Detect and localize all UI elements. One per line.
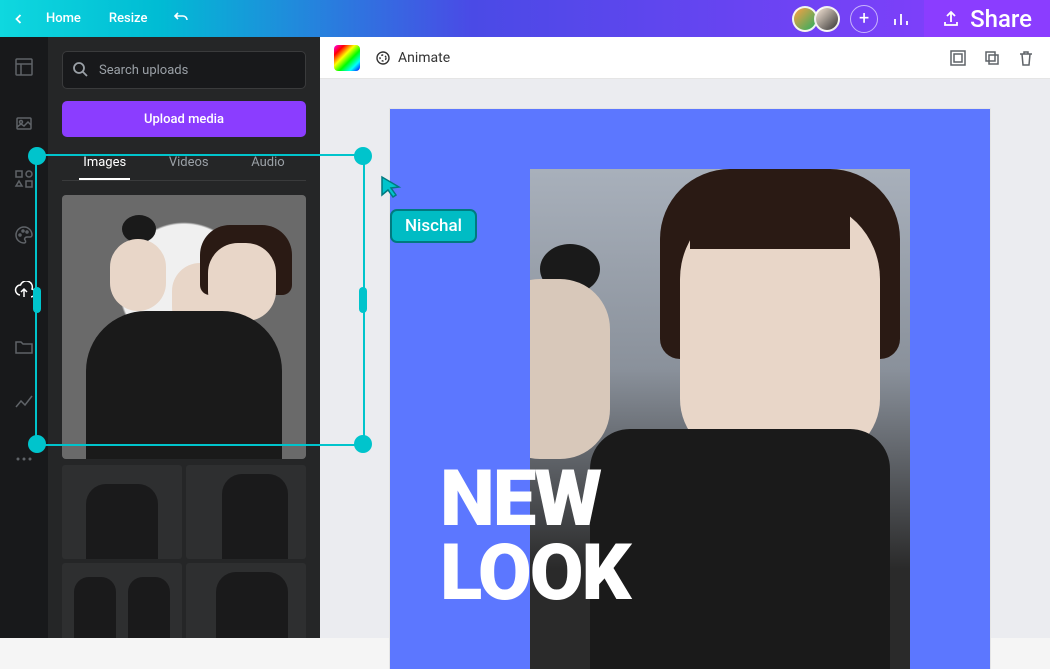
share-label: Share — [970, 5, 1032, 33]
copy-icon[interactable] — [982, 48, 1002, 68]
upload-thumbnail[interactable] — [62, 465, 182, 559]
selection-box[interactable] — [35, 154, 365, 446]
top-bar: Home Resize + Share — [0, 0, 1050, 37]
upload-thumbnail[interactable] — [62, 563, 182, 638]
templates-icon[interactable] — [12, 55, 36, 79]
apps-icon[interactable] — [12, 167, 36, 191]
resize-handle-bl[interactable] — [28, 435, 46, 453]
collaborator-cursor: Nischal — [380, 175, 477, 243]
position-icon[interactable] — [948, 48, 968, 68]
collaborator-avatar-2[interactable] — [814, 6, 840, 32]
folders-icon[interactable] — [12, 335, 36, 359]
resize-handle-mr[interactable] — [359, 287, 367, 313]
design-canvas[interactable]: NEW LOOK BLOG POST — [390, 109, 990, 669]
animate-label: Animate — [398, 50, 450, 66]
resize-handle-ml[interactable] — [33, 287, 41, 313]
upload-thumbnail[interactable] — [186, 465, 306, 559]
palette-icon[interactable] — [12, 223, 36, 247]
undo-icon[interactable] — [173, 10, 191, 28]
resize-handle-tl[interactable] — [28, 147, 46, 165]
resize-link[interactable]: Resize — [99, 5, 158, 32]
delete-icon[interactable] — [1016, 48, 1036, 68]
analytics-icon[interactable] — [884, 2, 918, 36]
upload-media-button[interactable]: Upload media — [62, 101, 306, 137]
color-picker-button[interactable] — [334, 45, 360, 71]
add-collaborator-button[interactable]: + — [850, 5, 878, 33]
search-input[interactable] — [62, 51, 306, 89]
back-arrow-icon[interactable] — [10, 10, 28, 28]
home-link[interactable]: Home — [36, 5, 91, 32]
collaborator-name-tag: Nischal — [390, 209, 477, 243]
share-button[interactable]: Share — [924, 0, 1050, 37]
headline-text[interactable]: NEW LOOK — [440, 463, 629, 611]
animate-icon[interactable]: Animate — [374, 49, 450, 67]
resize-handle-tr[interactable] — [354, 147, 372, 165]
insights-icon[interactable] — [12, 391, 36, 415]
resize-handle-br[interactable] — [354, 435, 372, 453]
search-icon — [72, 61, 88, 81]
upload-thumbnail[interactable] — [186, 563, 306, 638]
canvas-area: Animate NEW LOOK BLOG — [320, 37, 1050, 638]
elements-icon[interactable] — [12, 111, 36, 135]
context-toolbar: Animate — [320, 37, 1050, 79]
